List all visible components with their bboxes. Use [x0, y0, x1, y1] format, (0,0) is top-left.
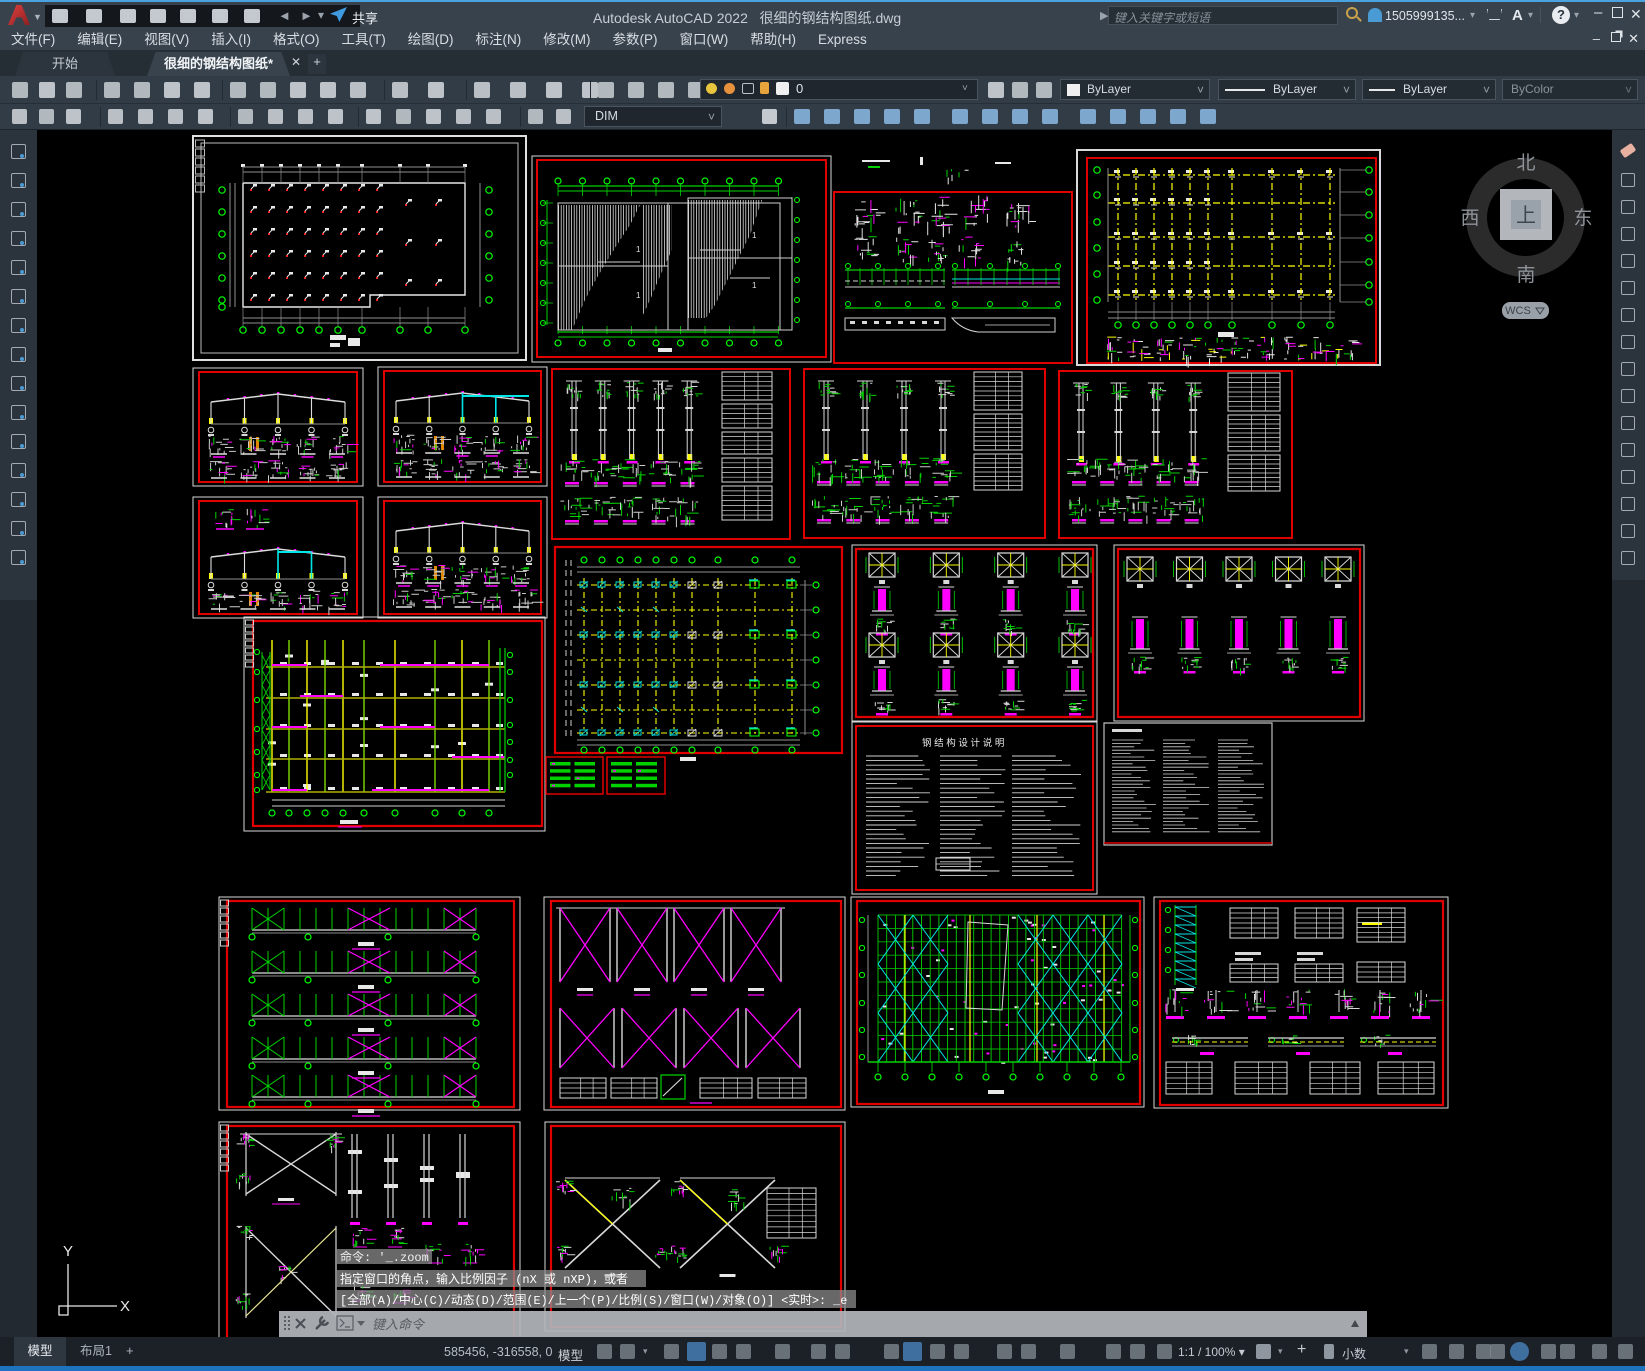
svg-text:东: 东 [1573, 207, 1592, 229]
svg-text:X: X [120, 1298, 130, 1315]
svg-text:1: 1 [636, 245, 641, 254]
svg-text:WCS: WCS [1505, 305, 1531, 317]
svg-text:Y: Y [63, 1243, 73, 1260]
svg-text:指定窗口的角点，输入比例因子 (nX 或 nXP)，或者: 指定窗口的角点，输入比例因子 (nX 或 nXP)，或者 [340, 1271, 628, 1287]
svg-text:[全部(A)/中心(C)/动态(D)/范围(E)/上一个(P: [全部(A)/中心(C)/动态(D)/范围(E)/上一个(P)/比例(S)/窗口… [340, 1293, 847, 1308]
svg-text:上: 上 [1516, 204, 1536, 227]
svg-text:1: 1 [752, 281, 757, 290]
svg-text:北: 北 [1516, 152, 1535, 174]
svg-text:南: 南 [1516, 264, 1535, 286]
svg-text:命令: '_.zoom: 命令: '_.zoom [340, 1249, 429, 1265]
svg-text:西: 西 [1460, 208, 1479, 229]
svg-text:1: 1 [636, 291, 641, 300]
svg-text:钢 结 构 设 计 说 明: 钢 结 构 设 计 说 明 [922, 737, 1004, 749]
svg-text:1: 1 [752, 231, 757, 240]
svg-text:键入命令: 键入命令 [372, 1317, 426, 1332]
